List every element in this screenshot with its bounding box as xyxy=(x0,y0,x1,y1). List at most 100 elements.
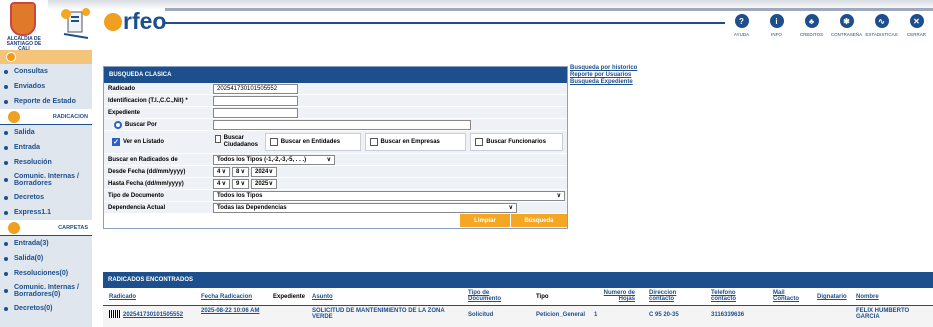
row-fecha[interactable]: 2025-08-22 10:06 AM xyxy=(201,308,265,314)
hasta-anio-select[interactable]: 2025 ∨ xyxy=(251,178,277,189)
buscar-por-input[interactable] xyxy=(213,119,471,130)
sidebar-item-label: Express1.1 xyxy=(14,209,51,216)
section-label: RADICACION xyxy=(52,113,88,120)
sidebar-item-carpeta-salida[interactable]: Salida(0) xyxy=(0,251,92,266)
sidebar-item-carpeta-decretos[interactable]: Decretos(0) xyxy=(0,301,92,316)
busqueda-button[interactable]: Búsqueda xyxy=(511,214,567,227)
alcaldia-logo: ALCALDIA DE SANTIAGO DE CALI xyxy=(0,0,48,52)
sidebar-item-carpeta-resoluciones[interactable]: Resoluciones(0) xyxy=(0,266,92,281)
sidebar-item-label: Salida xyxy=(14,129,35,136)
row-telefono: 3116339636 xyxy=(711,312,745,318)
select-value: 8 xyxy=(236,168,240,175)
row-hojas: 1 xyxy=(594,312,598,318)
col-mail[interactable]: Mail Contacto xyxy=(773,290,803,302)
password-icon: ✱ xyxy=(839,14,854,28)
col-tipo-doc[interactable]: Tipo de Documento xyxy=(468,290,508,302)
col-radicado[interactable]: Radicado xyxy=(109,294,136,300)
sidebar-item-consultas[interactable]: Consultas xyxy=(0,64,92,79)
desde-anio-select[interactable]: 2024 ∨ xyxy=(251,166,277,177)
nav-creditos[interactable]: ♣ CREDITOS xyxy=(794,14,829,37)
sidebar-item-decretos[interactable]: Decretos xyxy=(0,190,92,205)
sidebar-item-entrada[interactable]: Entrada xyxy=(0,140,92,155)
bullet-icon xyxy=(4,99,8,104)
select-value: 9 xyxy=(236,180,240,187)
stats-icon: ∿ xyxy=(874,14,889,28)
link-busqueda-expediente[interactable]: Busqueda Expediente xyxy=(570,79,637,86)
expediente-input[interactable] xyxy=(213,107,298,118)
sidebar-item-salida[interactable]: Salida xyxy=(0,125,92,140)
chevron-down-icon: ∨ xyxy=(556,193,561,199)
check-ciudadanos[interactable]: Buscar Ciudadanos xyxy=(209,133,261,151)
col-telefono[interactable]: Telefono contacto xyxy=(711,290,751,302)
desde-mes-select[interactable]: 8 ∨ xyxy=(232,166,249,177)
nav-cerrar[interactable]: ✕ CERRAR xyxy=(899,14,933,37)
check-label: Buscar Funcionarios xyxy=(486,139,546,145)
sidebar-section-radicacion[interactable]: RADICACION xyxy=(0,109,92,125)
check-entidades[interactable]: Buscar en Entidades xyxy=(264,133,361,151)
col-direccion[interactable]: Direccion contacto xyxy=(649,290,689,302)
nav-info[interactable]: i INFO xyxy=(759,14,794,37)
sidebar-section-carpetas[interactable]: CARPETAS xyxy=(0,220,92,236)
check-empresas[interactable]: Buscar en Empresas xyxy=(364,133,467,151)
help-icon: ? xyxy=(734,14,749,28)
row-radicado[interactable]: 202541730101505552 xyxy=(123,312,183,318)
nav-contrasena[interactable]: ✱ CONTRASEÑA xyxy=(829,14,864,37)
dependencia-select[interactable]: Todas las Dependencias ∨ xyxy=(213,202,517,213)
nav-label: AYUDA xyxy=(733,32,750,37)
limpiar-button[interactable]: Limpiar xyxy=(460,214,510,227)
check-funcionarios[interactable]: Buscar Funcionarios xyxy=(470,133,564,151)
check-ver-listado[interactable]: ✓ Ver en Listado xyxy=(104,138,209,146)
sidebar-item-label: Entrada(3) xyxy=(14,240,49,247)
col-nombre[interactable]: Nombre xyxy=(856,294,879,300)
sidebar-item-label: Consultas xyxy=(14,68,48,75)
desde-dia-select[interactable]: 4 ∨ xyxy=(213,166,230,177)
radicados-encontrados: RADICADOS ENCONTRADOS Radicado Fecha Rad… xyxy=(103,272,933,327)
table-row[interactable]: 202541730101505552 2025-08-22 10:06 AM S… xyxy=(103,306,933,327)
bullet-icon xyxy=(4,69,8,74)
buscar-por-radio[interactable]: Buscar Por xyxy=(104,120,213,129)
sidebar-item-express[interactable]: Express1.1 xyxy=(0,205,92,220)
header-line xyxy=(165,22,725,24)
row-tipo: Peticion_General xyxy=(536,312,586,318)
info-icon: i xyxy=(769,14,784,28)
sidebar-head xyxy=(0,50,92,64)
tipo-documento-select[interactable]: Todos los Tipos ∨ xyxy=(213,190,565,201)
row-asunto: SOLICITUD DE MANTENIMIENTO DE LA ZONA VE… xyxy=(312,308,445,320)
col-dignatario[interactable]: Dignatario xyxy=(817,294,847,300)
nav-ayuda[interactable]: ? AYUDA xyxy=(724,14,759,37)
sidebar-item-reporte[interactable]: Reporte de Estado xyxy=(0,94,92,109)
sidebar-item-label: Enviados xyxy=(14,83,46,90)
row-tipo-doc: Solicitud xyxy=(468,312,494,318)
radicado-input[interactable]: 202541730101505552 xyxy=(213,83,298,94)
carpetas-icon xyxy=(8,221,20,234)
form-title: BUSQUEDA CLASICA xyxy=(104,67,567,83)
chevron-down-icon[interactable] xyxy=(6,52,16,62)
nav-estadisticas[interactable]: ∿ ESTADISTICAS xyxy=(864,14,899,37)
col-hojas[interactable]: Numero de Hojas xyxy=(590,290,635,302)
col-tipo: Tipo xyxy=(536,294,549,300)
sidebar-item-resolucion[interactable]: Resolución xyxy=(0,155,92,170)
sidebar-item-label: Reporte de Estado xyxy=(14,98,76,105)
sidebar-item-carpeta-comunic[interactable]: Comunic. Internas / Borradores(0) xyxy=(0,281,92,301)
identificacion-input[interactable] xyxy=(213,95,298,106)
col-asunto[interactable]: Asunto xyxy=(312,294,333,300)
tipos-radicado-select[interactable]: Todos los Tipos (-1,-2,-3,-5, . . .) ∨ xyxy=(213,154,335,165)
bullet-icon xyxy=(4,130,8,135)
side-links: Busqueda por historico Reporte por Usuar… xyxy=(570,65,637,86)
row-hasta: Hasta Fecha (dd/mm/yyyy) 4 ∨ 9 ∨ 2025 ∨ xyxy=(104,178,567,190)
hasta-dia-select[interactable]: 4 ∨ xyxy=(213,178,230,189)
busqueda-clasica-panel: BUSQUEDA CLASICA Radicado 20254173010150… xyxy=(103,66,568,229)
bullet-icon xyxy=(4,84,8,89)
sidebar-item-carpeta-entrada[interactable]: Entrada(3) xyxy=(0,236,92,251)
link-reporte-usuarios[interactable]: Reporte por Usuarios xyxy=(570,72,637,79)
sidebar-item-enviados[interactable]: Enviados xyxy=(0,79,92,94)
tipo-doc-label: Tipo de Documento xyxy=(108,192,164,199)
sidebar-item-comunic[interactable]: Comunic. Internas / Borradores xyxy=(0,170,92,190)
link-busqueda-historico[interactable]: Busqueda por historico xyxy=(570,65,637,72)
hasta-mes-select[interactable]: 9 ∨ xyxy=(232,178,249,189)
form-buttons: Limpiar Búsqueda xyxy=(104,214,567,228)
select-value: 4 xyxy=(217,168,221,175)
col-fecha[interactable]: Fecha Radicacion xyxy=(201,294,252,300)
check-label: Ver en Listado xyxy=(123,139,165,145)
radicacion-icon xyxy=(8,110,20,123)
